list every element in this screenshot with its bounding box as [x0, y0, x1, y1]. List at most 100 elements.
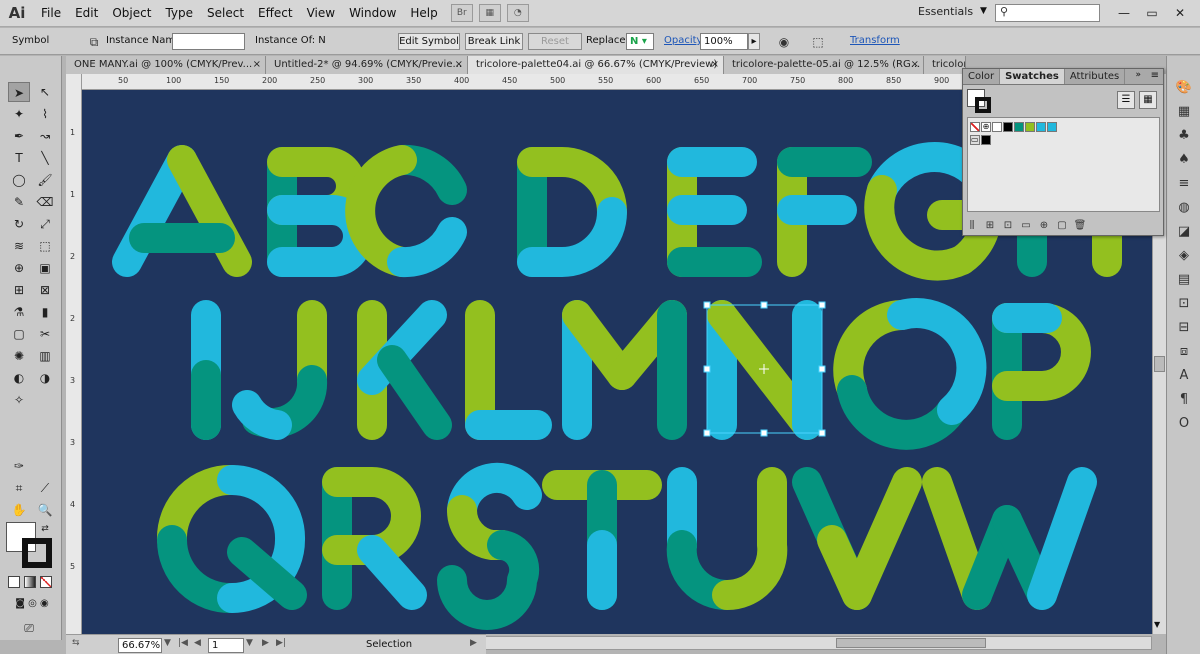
recolor-icon[interactable]: ◉ [776, 34, 792, 50]
maximize-icon[interactable]: ▭ [1140, 3, 1164, 22]
lasso-icon[interactable]: ⌇ [34, 104, 56, 124]
scroll-thumb[interactable] [836, 638, 986, 648]
opentype-panel-icon[interactable]: O [1174, 414, 1194, 434]
pencil-icon[interactable]: ✎ [8, 192, 30, 212]
tab-untitled-2[interactable]: Untitled-2* @ 94.69% (CMYK/Previe... × [266, 56, 468, 74]
zoom-tool-icon[interactable]: 🔍 [34, 500, 56, 520]
perspective-icon[interactable]: ⊞ [8, 280, 30, 300]
tab-tricolore-palette-05[interactable]: tricolore-palette-05.ai @ 12.5% (RG... × [724, 56, 924, 74]
mesh-icon[interactable]: ⊠ [34, 280, 56, 300]
next-artboard-icon[interactable]: ▶ [262, 638, 269, 648]
line-tool-icon[interactable]: ╲ [34, 148, 56, 168]
selection-handle[interactable] [818, 365, 826, 373]
stroke-panel-icon[interactable]: ≡ [1174, 174, 1194, 194]
rotate-icon[interactable]: ↻ [8, 214, 30, 234]
curvature-icon[interactable]: ↝ [34, 126, 56, 146]
close-icon[interactable]: ✕ [1168, 3, 1192, 22]
live-paint-icon[interactable]: ▣ [34, 258, 56, 278]
screen-mode-icon[interactable]: ⎚ [18, 618, 40, 638]
color-group-icon[interactable]: ▭ [1017, 220, 1035, 231]
scale-icon[interactable]: ⤢ [34, 214, 56, 234]
collapse-panel-icon[interactable]: » [1135, 70, 1141, 80]
last-artboard-icon[interactable]: ▶| [276, 638, 286, 648]
search-input[interactable] [995, 4, 1100, 22]
letter-c-stroke[interactable] [345, 145, 417, 277]
menu-file[interactable]: File [34, 0, 68, 27]
menu-effect[interactable]: Effect [251, 0, 300, 27]
tab-tricolore-palette-06[interactable]: tricolore-palette-06.ai @ 83.6% (CM... [924, 56, 966, 74]
new-swatch-icon[interactable]: ▢ [1053, 220, 1071, 231]
selection-handle[interactable] [703, 365, 711, 373]
selection-handle[interactable] [703, 301, 711, 309]
close-icon[interactable]: × [455, 56, 463, 74]
bridge-button[interactable]: Br [450, 4, 473, 22]
reset-button[interactable]: Reset [528, 33, 582, 50]
swatches-panel-icon[interactable]: ▦ [1174, 102, 1194, 122]
menu-view[interactable]: View [300, 0, 342, 27]
free-transform-icon[interactable]: ⬚ [34, 236, 56, 256]
opacity-label[interactable]: Opacity: [664, 35, 705, 46]
zoom-input[interactable]: 66.67% [118, 638, 162, 653]
close-icon[interactable]: × [911, 56, 919, 74]
delete-swatch-icon[interactable]: 🗑 [1071, 220, 1089, 231]
letter-r-stroke[interactable] [357, 535, 427, 610]
gradient-icon[interactable]: ◑ [34, 368, 56, 388]
letter-k-stroke[interactable] [377, 345, 452, 440]
column-graph-icon[interactable]: ▥ [34, 346, 56, 366]
graphic-styles-icon[interactable]: ◪ [1174, 222, 1194, 242]
warp-icon[interactable]: ≋ [8, 236, 30, 256]
slice-icon[interactable]: ✂ [34, 324, 56, 344]
menu-type[interactable]: Type [158, 0, 200, 27]
swap-fill-stroke-icon[interactable]: ⇄ [38, 522, 52, 536]
horizontal-scrollbar[interactable] [485, 636, 1152, 650]
align-icon[interactable]: ⬚ [810, 34, 826, 50]
direct-selection-tool-icon[interactable]: ↖ [34, 82, 56, 102]
scroll-down-icon[interactable]: ▼ [1154, 620, 1160, 629]
pathfinder-panel-icon[interactable]: ⧈ [1174, 342, 1194, 362]
close-icon[interactable]: × [711, 56, 719, 74]
tab-attributes[interactable]: Attributes [1065, 69, 1126, 84]
prev-artboard-icon[interactable]: ◀ [194, 638, 201, 648]
fill-stroke-indicator[interactable] [967, 89, 993, 115]
hand-tool-icon[interactable]: ✋ [8, 500, 30, 520]
artboard-dropdown-icon[interactable]: ▼ [246, 638, 253, 648]
first-artboard-icon[interactable]: |◀ [178, 638, 188, 648]
swatch-black-2[interactable] [981, 135, 991, 145]
selection-handle[interactable] [818, 301, 826, 309]
swatch-green[interactable] [1025, 122, 1035, 132]
selection-handle[interactable] [760, 301, 768, 309]
swatch-cyan-2[interactable] [1047, 122, 1057, 132]
status-arrow-icon[interactable]: ▶ [470, 638, 477, 648]
scroll-thumb[interactable] [1154, 356, 1165, 372]
close-icon[interactable]: × [253, 56, 261, 74]
magic-wand-icon[interactable]: ✦ [8, 104, 30, 124]
swatch-white[interactable] [992, 122, 1002, 132]
swatch-black[interactable] [1003, 122, 1013, 132]
none-mode-button[interactable] [40, 576, 52, 588]
symbol-sprayer-icon[interactable]: ✺ [8, 346, 30, 366]
swatch-none[interactable] [970, 122, 980, 132]
letter-u-stroke[interactable] [712, 467, 788, 611]
paintbrush-icon[interactable]: 🖌 [34, 170, 56, 190]
zoom-dropdown-icon[interactable]: ▼ [164, 638, 171, 648]
swatch-options-icon[interactable]: ⊡ [999, 220, 1017, 231]
chevron-down-icon[interactable]: ▼ [980, 6, 987, 16]
drawing-modes-icon[interactable]: ◙ ◎ ◉ [6, 596, 58, 612]
minimize-icon[interactable]: — [1112, 3, 1136, 22]
paragraph-panel-icon[interactable]: ¶ [1174, 390, 1194, 410]
selection-handle[interactable] [703, 429, 711, 437]
replace-symbol-dropdown[interactable]: N ▾ [626, 33, 654, 50]
menu-help[interactable]: Help [403, 0, 444, 27]
transform-panel-icon[interactable]: ⊡ [1174, 294, 1194, 314]
artboard-icon[interactable]: ▢ [8, 324, 30, 344]
selection-handle[interactable] [818, 429, 826, 437]
gradient-mode-button[interactable] [24, 576, 36, 588]
blend-icon[interactable]: ◐ [8, 368, 30, 388]
menu-edit[interactable]: Edit [68, 0, 105, 27]
letter-w-stroke[interactable] [1027, 467, 1097, 610]
ellipse-tool-icon[interactable]: ◯ [8, 170, 30, 190]
artboards-panel-icon[interactable]: ▤ [1174, 270, 1194, 290]
eraser-icon[interactable]: ⌫ [34, 192, 56, 212]
letter-j-stroke[interactable] [232, 390, 292, 440]
character-panel-icon[interactable]: A [1174, 366, 1194, 386]
